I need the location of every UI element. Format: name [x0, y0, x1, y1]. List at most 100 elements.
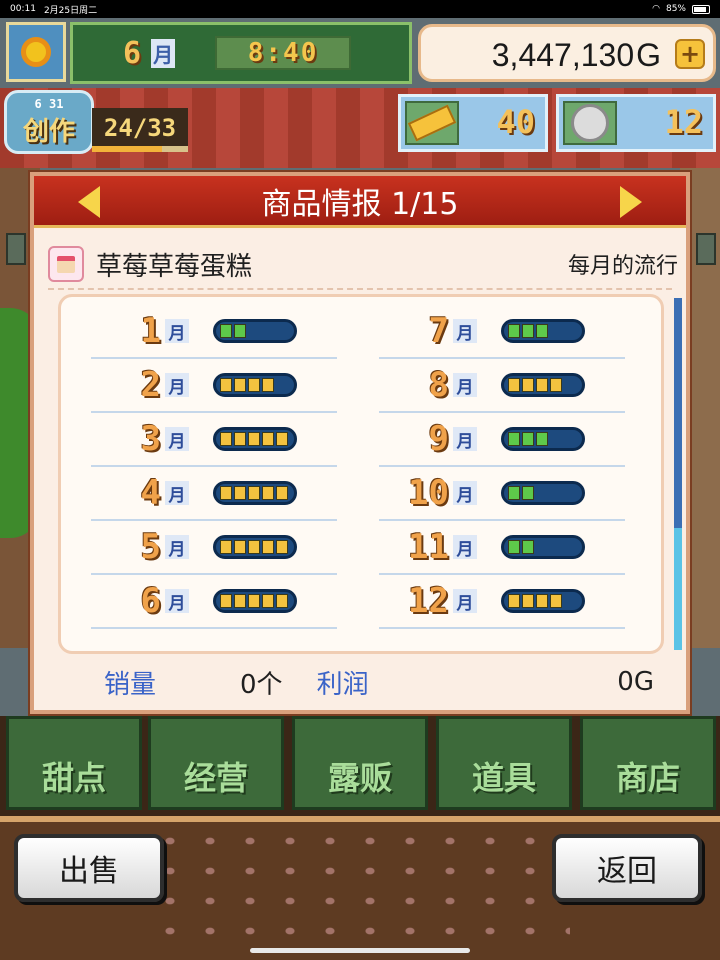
popularity-segment — [262, 378, 274, 392]
item-row: 草莓草莓蛋糕 每月的流行 — [48, 242, 678, 286]
ticket-panel[interactable]: 40 — [398, 94, 548, 152]
ticket-count: 40 — [496, 103, 535, 141]
month-number: 12 — [408, 581, 449, 621]
month-row-10: 10 月 — [379, 467, 625, 521]
popularity-segment — [220, 324, 232, 338]
menu-tab-items[interactable]: 道具 — [436, 716, 572, 810]
scroll-thumb[interactable] — [674, 298, 682, 528]
popularity-segment — [234, 594, 246, 608]
wifi-icon: ◠ — [652, 4, 660, 14]
popularity-bar — [501, 373, 585, 397]
date-time-panel: 6 月 8:40 — [70, 22, 412, 84]
popularity-segment — [248, 540, 260, 554]
popularity-segment — [536, 378, 548, 392]
season-sunflower-icon[interactable] — [6, 22, 66, 82]
month-number: 7 — [428, 311, 449, 351]
popularity-segment — [220, 378, 232, 392]
month-unit: 月 — [165, 589, 189, 614]
month-unit: 月 — [453, 589, 477, 614]
month-unit: 月 — [453, 427, 477, 452]
popularity-segment — [522, 432, 534, 446]
popularity-segment — [220, 486, 232, 500]
popularity-segment — [508, 486, 520, 500]
popularity-segment — [220, 594, 232, 608]
popularity-bar — [213, 319, 297, 343]
month-row-8: 8月 — [379, 359, 625, 413]
money-amount: 3,447,130G — [491, 37, 661, 73]
popularity-segment — [550, 378, 562, 392]
month-unit: 月 — [453, 535, 477, 560]
month-number: 3 — [140, 419, 161, 459]
popularity-segment — [508, 324, 520, 338]
back-button[interactable]: 返回 — [552, 834, 702, 902]
divider — [48, 288, 672, 290]
scrollbar[interactable] — [674, 298, 682, 650]
month-row-3: 3月 — [91, 413, 337, 467]
popularity-segment — [220, 540, 232, 554]
month-row-6: 6月 — [91, 575, 337, 629]
popularity-segment — [536, 324, 548, 338]
popularity-bar — [501, 481, 585, 505]
month-unit: 月 — [453, 373, 477, 398]
month-unit: 月 — [165, 481, 189, 506]
month-unit: 月 — [453, 319, 477, 344]
menu-tab-stall[interactable]: 露贩 — [292, 716, 428, 810]
popularity-segment — [234, 432, 246, 446]
profit-label: 利润 — [316, 669, 369, 700]
popularity-segment — [262, 432, 274, 446]
popularity-bar — [501, 427, 585, 451]
sales-label: 销量 — [104, 669, 157, 700]
popularity-segment — [508, 540, 520, 554]
popularity-segment — [276, 486, 288, 500]
dialog-title: 商品情报 1/15 — [261, 186, 459, 222]
current-month-unit: 月 — [151, 38, 176, 68]
menu-tab-sweets[interactable]: 甜点 — [6, 716, 142, 810]
bottom-menu: 甜点 经营 露贩 道具 商店 — [0, 716, 720, 816]
next-arrow-icon[interactable] — [620, 186, 642, 218]
menu-tab-shop[interactable]: 商店 — [580, 716, 716, 810]
create-count: 24/33 — [92, 108, 188, 148]
popularity-segment — [234, 540, 246, 554]
create-label: 创作 — [22, 116, 75, 147]
popularity-bar — [213, 589, 297, 613]
month-number: 9 — [428, 419, 449, 459]
sell-button[interactable]: 出售 — [14, 834, 164, 902]
month-row-2: 2月 — [91, 359, 337, 413]
home-indicator[interactable] — [250, 948, 470, 953]
popularity-bar — [501, 535, 585, 559]
add-money-button[interactable]: + — [675, 39, 705, 69]
medal-panel[interactable]: 12 — [556, 94, 716, 152]
create-badge[interactable]: 6 31 创作 — [4, 90, 94, 154]
popularity-bar — [213, 535, 297, 559]
ticket-icon — [405, 101, 459, 145]
item-name: 草莓草莓蛋糕 — [96, 251, 253, 282]
popularity-segment — [522, 324, 534, 338]
month-number: 4 — [140, 473, 161, 513]
month-unit: 月 — [453, 481, 477, 506]
popularity-segment — [536, 594, 548, 608]
scroll-track-highlight — [674, 528, 682, 650]
trend-label: 每月的流行 — [567, 254, 678, 279]
popularity-segment — [234, 486, 246, 500]
lamp-left-icon — [6, 233, 26, 265]
month-unit: 月 — [165, 427, 189, 452]
prev-arrow-icon[interactable] — [78, 186, 100, 218]
menu-tab-management[interactable]: 经营 — [148, 716, 284, 810]
popularity-segment — [508, 432, 520, 446]
popularity-segment — [508, 594, 520, 608]
popularity-segment — [248, 594, 260, 608]
stats-row: 销量 0个 利润 0G — [48, 662, 668, 702]
popularity-segment — [276, 432, 288, 446]
month-number: 5 — [140, 527, 161, 567]
month-unit: 月 — [165, 319, 189, 344]
month-number: 11 — [408, 527, 449, 567]
medal-icon — [563, 101, 617, 145]
profit-value: 0G — [617, 667, 654, 697]
popularity-segment — [276, 594, 288, 608]
month-row-9: 9月 — [379, 413, 625, 467]
status-time: 00:11 — [10, 4, 36, 14]
monthly-trend-list: 1 月 2 月 3 月 4 月 5 月 6 月 7 月 8 月 9 月 10 月 11 月 12 月 — [58, 294, 664, 654]
current-month: 6 — [123, 35, 142, 71]
month-row-5: 5月 — [91, 521, 337, 575]
popularity-segment — [508, 378, 520, 392]
